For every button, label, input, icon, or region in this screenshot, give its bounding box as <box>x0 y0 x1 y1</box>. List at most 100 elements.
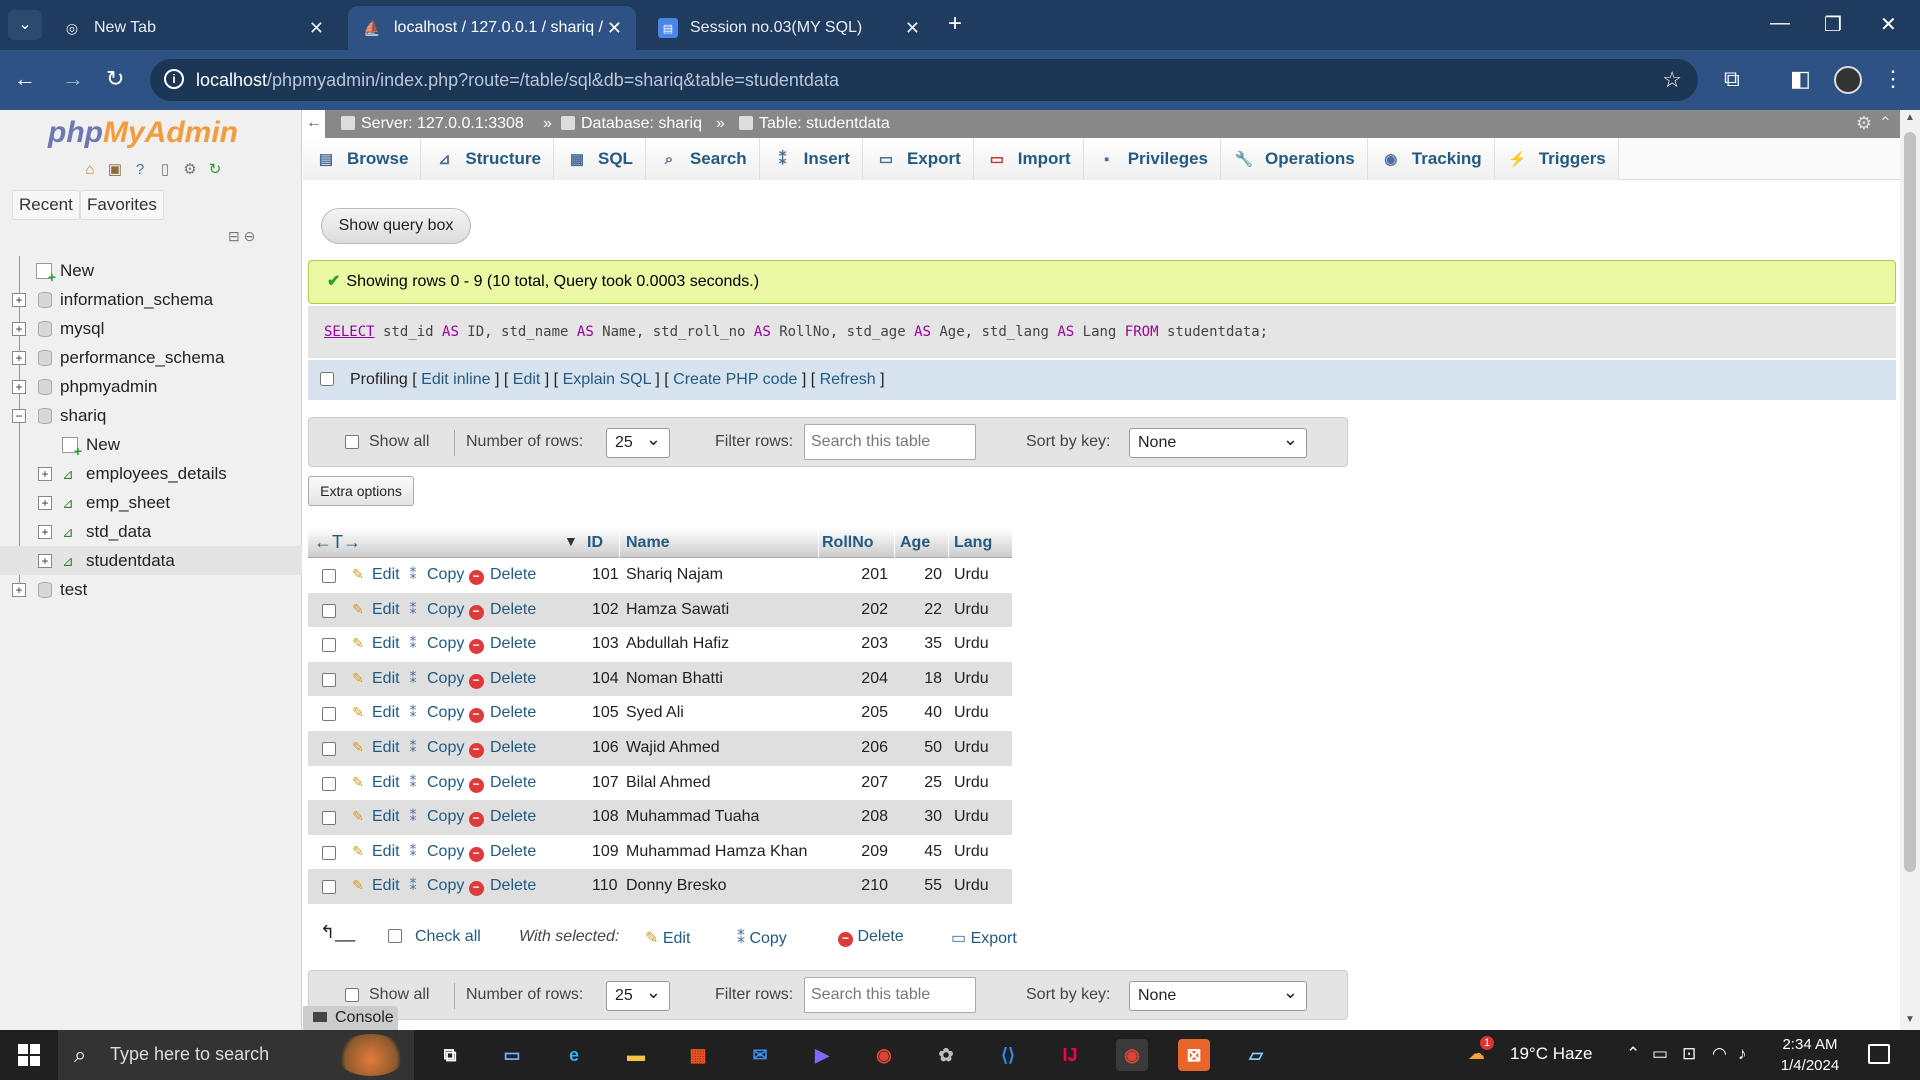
cell-lang[interactable]: Urdu <box>954 808 989 826</box>
close-window-icon[interactable]: ✕ <box>1880 12 1897 37</box>
column-header-id[interactable]: ID <box>587 534 603 552</box>
cell-id[interactable]: 101 <box>592 566 619 584</box>
page-scrollbar[interactable]: ▲ ▼ <box>1900 110 1920 1030</box>
tree-item-studentdata[interactable]: + ⊿ studentdata <box>0 546 302 575</box>
scroll-up-icon[interactable]: ▲ <box>1905 112 1915 123</box>
tab-import[interactable]: ▭ Import <box>973 138 1084 180</box>
edit-inline-link[interactable]: Edit inline <box>421 371 490 388</box>
column-resize-icon[interactable]: ←T→ <box>314 532 361 553</box>
cell-name[interactable]: Donny Bresko <box>626 877 727 895</box>
expand-icon[interactable]: + <box>12 292 26 307</box>
phpmyadmin-logo[interactable]: phpMyAdmin <box>48 116 238 150</box>
notification-icon[interactable] <box>1868 1044 1890 1064</box>
store-icon[interactable]: ▦ <box>682 1039 714 1071</box>
tab-operations[interactable]: 🔧 Operations <box>1221 138 1368 180</box>
cell-name[interactable]: Syed Ali <box>626 704 684 722</box>
url-text[interactable]: localhost/phpmyadmin/index.php?route=/ta… <box>196 70 839 91</box>
home-icon[interactable]: ⌂ <box>80 160 100 180</box>
cell-lang[interactable]: Urdu <box>954 635 989 653</box>
expand-icon[interactable]: + <box>38 553 52 568</box>
row-delete-button[interactable]: − Delete <box>468 670 536 689</box>
tab-phpmyadmin[interactable]: ⛵ localhost / 127.0.0.1 / shariq / s ✕ <box>348 6 636 50</box>
url-bar[interactable]: i localhost/phpmyadmin/index.php?route=/… <box>150 59 1698 101</box>
row-copy-button[interactable]: ⁑ Copy <box>405 635 465 653</box>
row-copy-button[interactable]: ⁑ Copy <box>405 808 465 826</box>
row-delete-button[interactable]: − Delete <box>468 601 536 620</box>
row-checkbox[interactable] <box>322 603 336 618</box>
app-icon[interactable]: ✿ <box>930 1039 962 1071</box>
cell-age[interactable]: 50 <box>898 739 942 757</box>
cell-age[interactable]: 18 <box>898 670 942 688</box>
task-view-icon[interactable]: ⧉ <box>434 1039 466 1071</box>
row-edit-button[interactable]: ✎ Edit <box>350 774 399 792</box>
cell-id[interactable]: 106 <box>592 739 619 757</box>
tree-item-phpmyadmin[interactable]: + phpmyadmin <box>0 372 302 401</box>
cell-lang[interactable]: Urdu <box>954 774 989 792</box>
collapse-header-icon[interactable]: ⌃ <box>1879 113 1892 133</box>
tab-triggers[interactable]: ⚡ Triggers <box>1494 138 1619 180</box>
expand-icon[interactable]: + <box>12 321 26 336</box>
row-edit-button[interactable]: ✎ Edit <box>350 670 399 688</box>
show-hidden-icons[interactable]: ⌃ <box>1626 1044 1640 1064</box>
sort-by-key-select[interactable]: None <box>1129 425 1307 458</box>
scroll-down-icon[interactable]: ▼ <box>1905 1014 1915 1025</box>
profiling-checkbox[interactable] <box>320 372 334 386</box>
cell-age[interactable]: 30 <box>898 808 942 826</box>
tab-privileges[interactable]: ▪ Privileges <box>1083 138 1222 180</box>
row-copy-button[interactable]: ⁑ Copy <box>405 601 465 619</box>
row-checkbox[interactable] <box>322 741 336 756</box>
tree-item-shariq-new[interactable]: New <box>0 430 302 459</box>
cell-id[interactable]: 107 <box>592 774 619 792</box>
cell-lang[interactable]: Urdu <box>954 566 989 584</box>
cell-name[interactable]: Bilal Ahmed <box>626 774 711 792</box>
row-delete-button[interactable]: − Delete <box>468 808 536 828</box>
notes-icon[interactable]: ▱ <box>1240 1039 1272 1071</box>
restore-icon[interactable]: ❐ <box>1824 12 1842 37</box>
row-edit-button[interactable]: ✎ Edit <box>350 739 399 757</box>
cell-age[interactable]: 40 <box>898 704 942 722</box>
row-delete-button[interactable]: − Delete <box>468 774 536 793</box>
cell-id[interactable]: 102 <box>592 601 619 619</box>
cell-age[interactable]: 35 <box>898 635 942 653</box>
close-tab-icon[interactable]: ✕ <box>309 18 324 39</box>
cell-lang[interactable]: Urdu <box>954 739 989 757</box>
cell-id[interactable]: 110 <box>592 877 618 895</box>
row-checkbox[interactable] <box>322 880 336 895</box>
tab-new-tab[interactable]: ◎ New Tab ✕ <box>48 6 338 50</box>
cell-name[interactable]: Muhammad Tuaha <box>626 808 759 826</box>
tree-item-mysql[interactable]: + mysql <box>0 314 302 343</box>
chrome-taskbar-icon[interactable]: ◉ <box>868 1039 900 1071</box>
cell-id[interactable]: 108 <box>592 808 619 826</box>
expand-icon[interactable]: + <box>12 582 26 597</box>
file-explorer-icon[interactable]: ▬ <box>620 1039 652 1071</box>
extensions-icon[interactable]: ⧉ <box>1724 66 1740 92</box>
row-delete-button[interactable]: − Delete <box>468 843 536 862</box>
tab-sql[interactable]: ▦ SQL <box>554 138 646 180</box>
tree-item-std-data[interactable]: + ⊿ std_data <box>0 517 302 546</box>
row-delete-button[interactable]: − Delete <box>468 739 536 758</box>
column-header-lang[interactable]: Lang <box>954 534 992 552</box>
tree-item-performance-schema[interactable]: + performance_schema <box>0 343 302 372</box>
row-delete-button[interactable]: − Delete <box>468 635 536 655</box>
tab-structure[interactable]: ⊿ Structure <box>421 138 554 180</box>
media-icon[interactable]: ▶ <box>806 1039 838 1071</box>
breadcrumb-table[interactable]: Table: studentdata <box>739 115 890 133</box>
cell-rollno[interactable]: 210 <box>822 877 888 895</box>
cell-rollno[interactable]: 204 <box>822 670 888 688</box>
side-panel-icon[interactable]: ◧ <box>1790 66 1811 92</box>
tab-session[interactable]: ▤ Session no.03(MY SQL) ✕ <box>644 6 934 50</box>
filter-rows-input[interactable]: Search this table <box>804 977 976 1013</box>
cell-id[interactable]: 104 <box>592 670 619 688</box>
wifi-icon[interactable]: ◠ <box>1712 1044 1727 1064</box>
help-icon[interactable]: ? <box>130 160 150 180</box>
row-copy-button[interactable]: ⁑ Copy <box>405 774 465 792</box>
row-edit-button[interactable]: ✎ Edit <box>350 601 399 619</box>
weather-text[interactable]: 19°C Haze <box>1510 1044 1592 1064</box>
row-copy-button[interactable]: ⁑ Copy <box>405 670 465 688</box>
cell-age[interactable]: 55 <box>898 877 942 895</box>
expand-icon[interactable]: + <box>12 350 26 365</box>
cell-id[interactable]: 109 <box>592 843 619 861</box>
row-delete-button[interactable]: − Delete <box>468 704 536 724</box>
cell-lang[interactable]: Urdu <box>954 704 989 722</box>
cell-rollno[interactable]: 206 <box>822 739 888 757</box>
